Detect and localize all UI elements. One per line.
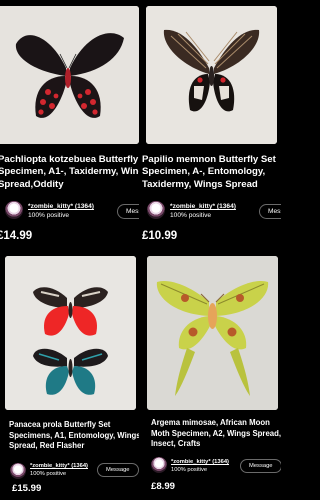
listing-title[interactable]: Pachliopta kotzebuea Butterfly Specimen,… bbox=[0, 154, 139, 191]
message-button[interactable]: Message bbox=[240, 459, 281, 473]
seller-avatar bbox=[10, 463, 26, 479]
message-button[interactable]: Message bbox=[117, 204, 139, 219]
listing-image-2[interactable] bbox=[146, 6, 277, 144]
listing-card-1[interactable]: Pachliopta kotzebuea Butterfly Specimen,… bbox=[0, 0, 139, 250]
red-flasher-butterflies-icon bbox=[5, 256, 136, 410]
listing-card-4[interactable]: Argema mimosae, African Moon Moth Specim… bbox=[142, 252, 281, 500]
listing-price: £14.99 bbox=[0, 230, 33, 242]
listing-image-3[interactable] bbox=[5, 256, 136, 410]
seller-avatar bbox=[5, 201, 23, 219]
seller-avatar bbox=[147, 201, 165, 219]
message-button[interactable]: Message bbox=[97, 463, 139, 477]
seller-avatar bbox=[151, 457, 167, 473]
listing-price: £15.99 bbox=[12, 483, 42, 494]
brown-swallowtail-butterfly-icon bbox=[146, 6, 277, 144]
red-black-butterfly-icon bbox=[0, 6, 139, 144]
seller-name[interactable]: *zombie_kitty* (1364) bbox=[28, 203, 94, 210]
listing-price: £10.99 bbox=[142, 230, 178, 242]
seller-feedback: 100% positive bbox=[28, 212, 70, 219]
listing-title[interactable]: Panacea prola Butterfly Set Specimens, A… bbox=[9, 420, 139, 452]
seller-name[interactable]: *zombie_kitty* (1364) bbox=[170, 203, 236, 210]
seller-feedback: 100% positive bbox=[30, 471, 67, 477]
seller-feedback: 100% positive bbox=[171, 467, 208, 473]
listing-title[interactable]: Argema mimosae, African Moon Moth Specim… bbox=[151, 418, 281, 450]
listing-price: £8.99 bbox=[151, 481, 176, 492]
seller-name[interactable]: *zombie_kitty* (1364) bbox=[30, 463, 88, 469]
green-moon-moth-icon bbox=[147, 256, 278, 410]
listing-title[interactable]: Papilio memnon Butterfly Set Specimen, A… bbox=[142, 154, 276, 191]
seller-feedback: 100% positive bbox=[170, 212, 212, 219]
listing-image-4[interactable] bbox=[147, 256, 278, 410]
listing-card-3[interactable]: Panacea prola Butterfly Set Specimens, A… bbox=[0, 252, 139, 500]
seller-name[interactable]: *zombie_kitty* (1364) bbox=[171, 459, 229, 465]
listing-card-2[interactable]: Papilio memnon Butterfly Set Specimen, A… bbox=[142, 0, 281, 250]
listing-image-1[interactable] bbox=[0, 6, 139, 144]
message-button[interactable]: Message bbox=[259, 204, 281, 219]
